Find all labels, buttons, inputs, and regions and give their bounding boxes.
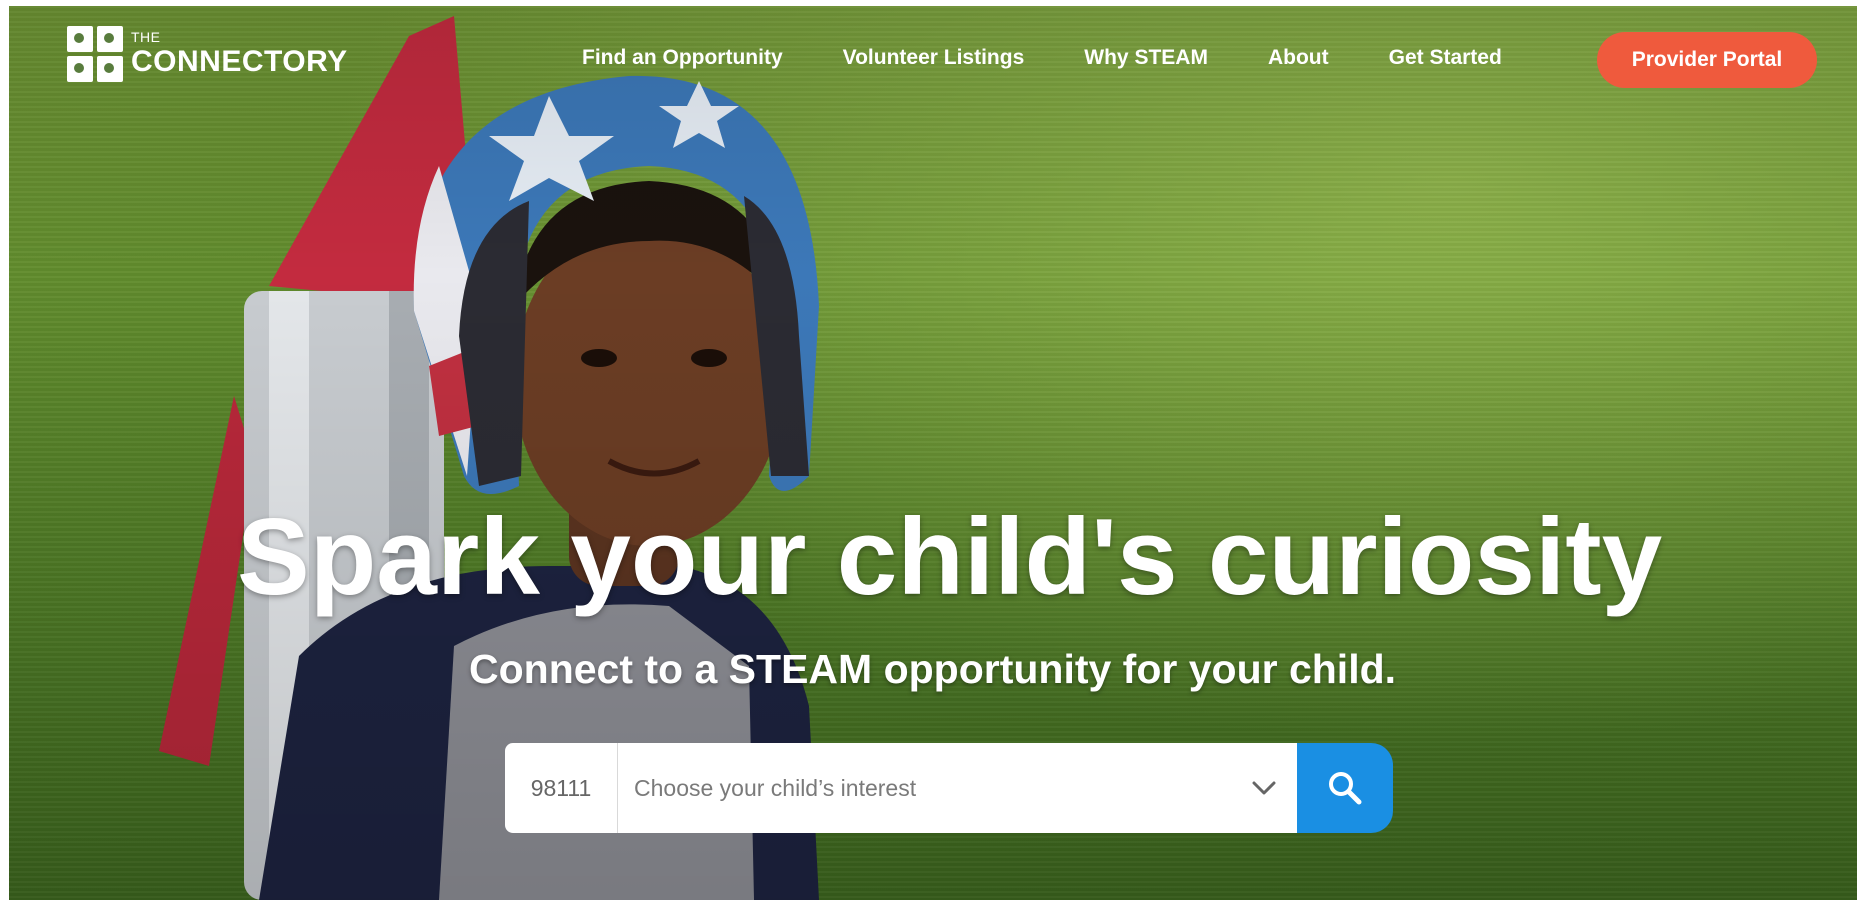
- provider-portal-button[interactable]: Provider Portal: [1597, 32, 1817, 88]
- hero-section: THE CONNECTORY Find an Opportunity Volun…: [9, 6, 1857, 900]
- zip-code-field[interactable]: 98111: [505, 743, 618, 833]
- interest-select[interactable]: Choose your child’s interest: [618, 743, 1297, 833]
- nav-find-opportunity[interactable]: Find an Opportunity: [582, 46, 783, 70]
- nav-volunteer-listings[interactable]: Volunteer Listings: [843, 46, 1025, 70]
- hero-headline: Spark your child's curiosity: [237, 496, 1663, 618]
- nav-why-steam[interactable]: Why STEAM: [1084, 46, 1208, 70]
- logo-name-text: CONNECTORY: [131, 45, 348, 78]
- nav-about[interactable]: About: [1268, 46, 1329, 70]
- opportunity-search: 98111 Choose your child’s interest: [505, 743, 1393, 833]
- chevron-down-icon: [1252, 781, 1276, 795]
- search-icon: [1329, 772, 1362, 805]
- connectory-logo-icon: [67, 26, 123, 82]
- logo-the-text: THE: [131, 29, 161, 45]
- nav-get-started[interactable]: Get Started: [1389, 46, 1502, 70]
- site-logo[interactable]: THE CONNECTORY: [67, 26, 348, 84]
- search-button[interactable]: [1297, 743, 1393, 833]
- interest-placeholder: Choose your child’s interest: [634, 774, 917, 801]
- hero-subheadline: Connect to a STEAM opportunity for your …: [469, 646, 1397, 692]
